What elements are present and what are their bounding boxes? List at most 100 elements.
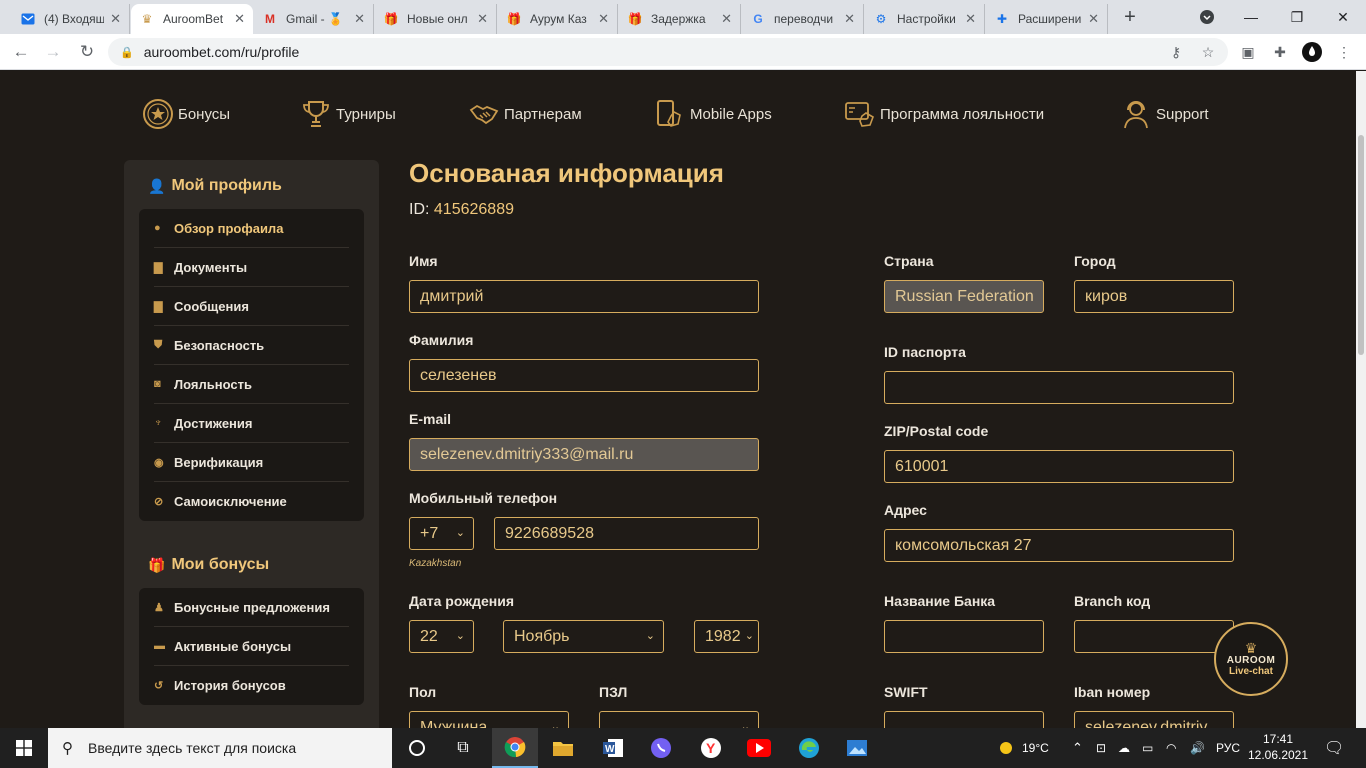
live-chat-button[interactable]: ♛ AUROOM Live-chat	[1214, 622, 1288, 696]
battery-icon[interactable]: ▭	[1142, 728, 1153, 768]
weather-widget[interactable]: 19°C	[996, 728, 1049, 768]
close-icon[interactable]: ✕	[234, 11, 245, 27]
loyalty-card-icon	[845, 102, 874, 127]
reload-icon[interactable]: ↻	[76, 41, 98, 63]
bank-name-field[interactable]	[884, 620, 1044, 653]
tab-delay[interactable]: 🎁 Задержка ✕	[619, 4, 741, 34]
chevron-up-icon[interactable]: ⌃	[1072, 728, 1083, 768]
cortana-icon[interactable]	[394, 728, 440, 768]
tab-aurum-kaz[interactable]: 🎁 Аурум Каз ✕	[498, 4, 618, 34]
close-icon[interactable]: ✕	[721, 11, 732, 27]
sidebar-item-achievements[interactable]: ♆ Достижения	[154, 404, 349, 443]
iban-field[interactable]: selezenev.dmitriy	[1074, 711, 1234, 728]
task-view-icon[interactable]: ⧉	[440, 728, 486, 768]
passport-field[interactable]	[884, 371, 1234, 404]
key-icon[interactable]: ⚷	[1166, 42, 1186, 62]
sidebar-item-self-exclusion[interactable]: ⊘ Самоисключение	[154, 482, 349, 521]
tab-extensions[interactable]: ✚ Расширени ✕	[986, 4, 1108, 34]
first-name-field[interactable]: дмитрий	[409, 280, 759, 313]
phone-code-select[interactable]: +7 ⌄	[409, 517, 474, 550]
close-icon[interactable]: ✕	[354, 11, 365, 27]
tab-gmail[interactable]: M Gmail - 🏅 ✕	[254, 4, 374, 34]
forward-icon[interactable]: →	[42, 41, 64, 63]
phone-field[interactable]: 9226689528	[494, 517, 759, 550]
nav-bonuses[interactable]: Бонусы	[142, 94, 230, 134]
nav-tournaments[interactable]: Турниры	[300, 94, 396, 134]
gender-select[interactable]: Мужчина ⌄	[409, 711, 569, 728]
birth-year-select[interactable]: 1982 ⌄	[694, 620, 759, 653]
birth-month-select[interactable]: Ноябрь ⌄	[503, 620, 664, 653]
nav-loyalty[interactable]: Программа лояльности	[844, 94, 1044, 134]
pzl-select[interactable]: ⌄	[599, 711, 759, 728]
language-indicator[interactable]: РУС	[1216, 728, 1240, 768]
branch-code-field[interactable]	[1074, 620, 1234, 653]
network-device-icon[interactable]: ⊡	[1096, 728, 1106, 768]
taskbar-search-box[interactable]: ⚲ Введите здесь текст для поиска	[48, 728, 392, 768]
url-bar[interactable]: 🔒 auroombet.com/ru/profile	[108, 38, 1228, 66]
address-field[interactable]: комсомольская 27	[884, 529, 1234, 562]
tab-inbox[interactable]: (4) Входящи✕	[12, 4, 130, 34]
menu-icon[interactable]: ⋮	[1334, 42, 1354, 62]
star-icon[interactable]: ☆	[1198, 42, 1218, 62]
tab-new-online[interactable]: 🎁 Новые онл ✕	[375, 4, 497, 34]
sidebar-item-messages[interactable]: ▇ Сообщения	[154, 287, 349, 326]
nav-support[interactable]: Support	[1120, 94, 1209, 134]
close-icon[interactable]: ✕	[965, 11, 976, 27]
tab-search-icon[interactable]	[1184, 0, 1230, 34]
youtube-icon[interactable]	[736, 728, 782, 768]
verification-icon: ◉	[154, 456, 164, 469]
crown-icon: ♛	[141, 12, 153, 26]
close-window-icon[interactable]: ✕	[1320, 0, 1366, 34]
close-icon[interactable]: ✕	[110, 11, 121, 27]
edge-icon[interactable]	[786, 728, 832, 768]
volume-icon[interactable]: 🔊	[1190, 728, 1205, 768]
wifi-icon[interactable]: ◠	[1166, 728, 1176, 768]
tab-settings[interactable]: ⚙ Настройки ✕	[865, 4, 985, 34]
word-icon[interactable]: W	[590, 728, 636, 768]
sidebar-item-loyalty[interactable]: ◙ Лояльность	[154, 365, 349, 404]
tab-auroombet[interactable]: ♛ AuroomBet ✕	[131, 4, 253, 34]
nav-partners[interactable]: Партнерам	[468, 94, 582, 134]
sidebar-item-verification[interactable]: ◉ Верификация	[154, 443, 349, 482]
zip-field[interactable]: 610001	[884, 450, 1234, 483]
notifications-icon[interactable]: 🗨	[1324, 728, 1344, 768]
sidebar-item-profile-overview[interactable]: ● Обзор профаила	[154, 209, 349, 248]
sidebar-item-security[interactable]: ⛊ Безопасность	[154, 326, 349, 365]
last-name-field[interactable]: селезенев	[409, 359, 759, 392]
extension-icon[interactable]: ▣	[1238, 42, 1258, 62]
puzzle-icon[interactable]: ✚	[1270, 42, 1290, 62]
nav-mobile-apps[interactable]: Mobile Apps	[654, 94, 772, 134]
tab-translator[interactable]: G переводчи ✕	[742, 4, 864, 34]
profile-avatar-icon[interactable]	[1302, 42, 1322, 62]
file-explorer-icon[interactable]	[540, 728, 586, 768]
close-icon[interactable]: ✕	[1088, 11, 1099, 27]
back-icon[interactable]: ←	[10, 41, 32, 63]
sidebar-item-bonus-offers[interactable]: ♟ Бонусные предложения	[154, 588, 349, 627]
new-tab-button[interactable]: +	[1119, 6, 1141, 28]
yandex-browser-icon[interactable]: Y	[688, 728, 734, 768]
chevron-down-icon: ⌄	[740, 721, 750, 728]
viber-icon[interactable]	[638, 728, 684, 768]
cloud-icon[interactable]: ☁	[1118, 728, 1130, 768]
close-icon[interactable]: ✕	[477, 11, 488, 27]
email-field[interactable]: selezenev.dmitriy333@mail.ru	[409, 438, 759, 471]
swift-field[interactable]	[884, 711, 1044, 728]
sidebar-item-active-bonuses[interactable]: ▬ Активные бонусы	[154, 627, 349, 666]
scrollbar-thumb[interactable]	[1358, 135, 1364, 355]
taskbar-clock[interactable]: 17:41 12.06.2021	[1245, 731, 1311, 763]
photos-icon[interactable]	[834, 728, 880, 768]
birth-day-select[interactable]: 22 ⌄	[409, 620, 474, 653]
page-scrollbar[interactable]	[1356, 71, 1366, 728]
sidebar-item-documents[interactable]: ▇ Документы	[154, 248, 349, 287]
country-field[interactable]: Russian Federation	[884, 280, 1044, 313]
chevron-down-icon: ⌄	[645, 630, 655, 642]
close-icon[interactable]: ✕	[844, 11, 855, 27]
restore-icon[interactable]: ❐	[1274, 0, 1320, 34]
close-icon[interactable]: ✕	[598, 11, 609, 27]
sidebar-item-bonus-history[interactable]: ↺ История бонусов	[154, 666, 349, 705]
windows-start-icon[interactable]	[0, 728, 48, 768]
city-field[interactable]: киров	[1074, 280, 1234, 313]
email-label: E-mail	[409, 411, 452, 427]
minimize-icon[interactable]: —	[1228, 0, 1274, 34]
chrome-icon[interactable]	[492, 728, 538, 768]
